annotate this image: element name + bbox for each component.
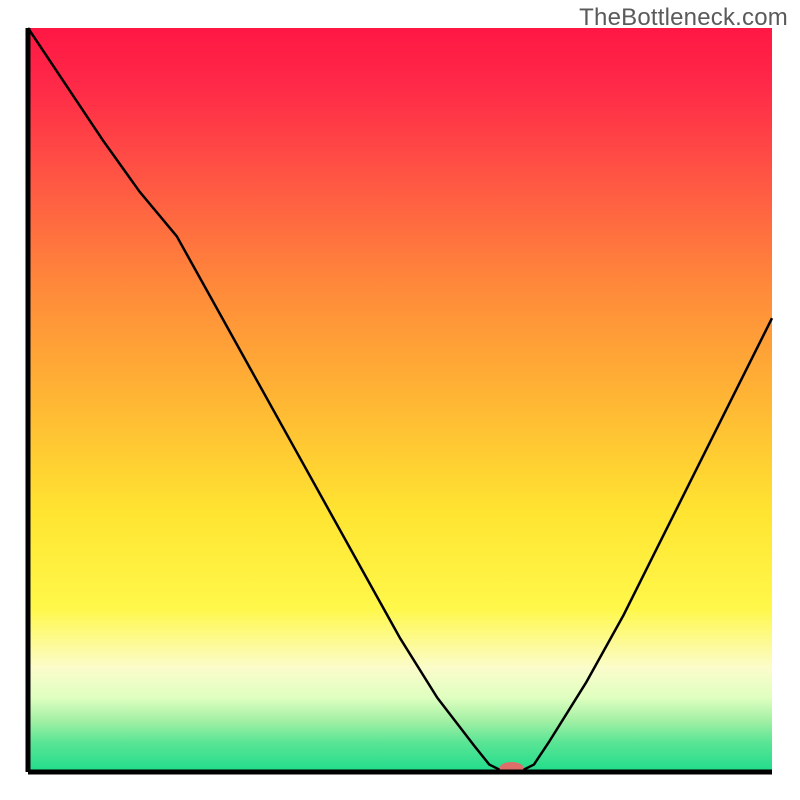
bottleneck-chart: TheBottleneck.com <box>0 0 800 800</box>
chart-svg <box>0 0 800 800</box>
watermark-label: TheBottleneck.com <box>579 4 788 32</box>
plot-background <box>28 28 772 772</box>
